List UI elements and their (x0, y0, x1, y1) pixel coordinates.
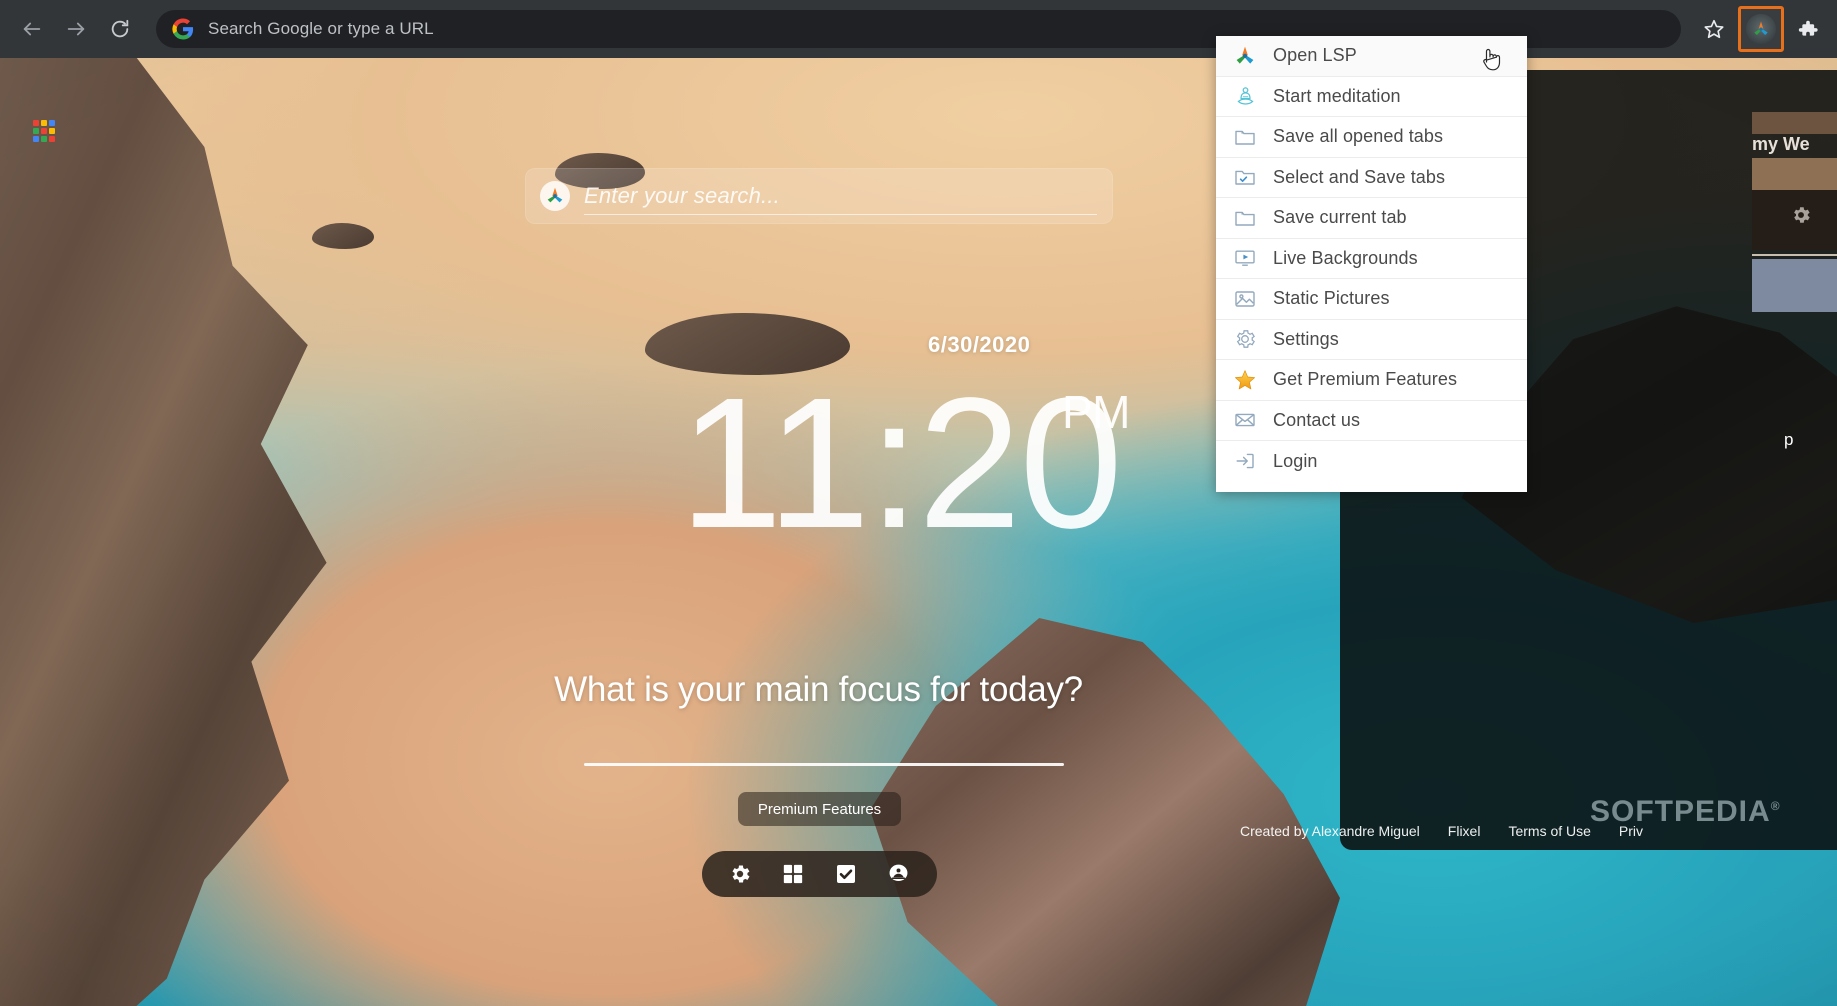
registered-mark: ® (1770, 799, 1781, 813)
menu-item-live-backgrounds[interactable]: Live Backgrounds (1216, 238, 1527, 279)
focus-input[interactable] (584, 763, 1064, 766)
clock-date: 6/30/2020 (928, 332, 1031, 357)
lsp-logo-icon (540, 181, 570, 211)
menu-item-get-premium-features[interactable]: Get Premium Features (1216, 360, 1527, 401)
app-grid-cell (41, 120, 47, 126)
lsp-logo-icon (1746, 14, 1776, 44)
menu-item-label: Contact us (1273, 409, 1361, 430)
menu-item-label: Login (1273, 450, 1318, 471)
app-grid-cell (33, 120, 39, 126)
lsp-logo-icon (1230, 43, 1260, 69)
lsp-extension-icon[interactable] (1738, 6, 1784, 52)
clock-time: 11:20 (679, 360, 1123, 567)
menu-item-contact-us[interactable]: Contact us (1216, 400, 1527, 441)
menu-item-open-lsp[interactable]: Open LSP (1216, 36, 1527, 77)
menu-item-save-current-tab[interactable]: Save current tab (1216, 198, 1527, 239)
menu-item-label: Live Backgrounds (1273, 247, 1418, 268)
back-arrow-icon[interactable] (10, 7, 54, 51)
side-panel-title: my We (1752, 134, 1810, 154)
menu-item-login[interactable]: Login (1216, 441, 1527, 482)
page-search-bar[interactable]: Enter your search... (525, 168, 1113, 224)
app-grid-cell (41, 128, 47, 134)
app-grid-cell (49, 136, 55, 142)
app-grid-cell (33, 136, 39, 142)
menu-item-label: Select and Save tabs (1273, 166, 1446, 187)
footer-link-flixel[interactable]: Flixel (1448, 823, 1481, 839)
menu-item-label: Save all opened tabs (1273, 126, 1444, 147)
clock-meridiem: PM (1062, 386, 1131, 438)
gear-outline-icon (1230, 326, 1260, 352)
gear-icon[interactable] (727, 861, 753, 887)
menu-item-static-pictures[interactable]: Static Pictures (1216, 279, 1527, 320)
search-input[interactable]: Enter your search... (584, 177, 1097, 215)
browser-actions (1693, 6, 1829, 52)
side-panel-strip (1752, 112, 1837, 134)
app-grid-icon[interactable] (33, 120, 55, 142)
menu-item-save-all-opened-tabs[interactable]: Save all opened tabs (1216, 117, 1527, 158)
gear-icon[interactable] (1790, 204, 1812, 231)
login-arrow-icon (1230, 448, 1260, 474)
browser-toolbar: Search Google or type a URL (0, 0, 1837, 58)
page-footer: Created by Alexandre Miguel Flixel Terms… (1240, 823, 1643, 839)
menu-item-label: Static Pictures (1273, 288, 1390, 309)
app-grid-cell (33, 128, 39, 134)
star-icon[interactable] (1693, 8, 1735, 50)
envelope-icon (1230, 407, 1260, 433)
footer-link-privacy[interactable]: Priv (1619, 823, 1643, 839)
premium-features-label: Premium Features (757, 800, 882, 818)
menu-item-label: Save current tab (1273, 207, 1407, 228)
premium-features-button[interactable]: Premium Features (738, 792, 901, 826)
meditation-icon[interactable] (886, 861, 912, 887)
reload-icon[interactable] (98, 7, 142, 51)
menu-item-label: Start meditation (1273, 85, 1401, 106)
bottom-dock (702, 851, 937, 897)
menu-item-label: Get Premium Features (1273, 369, 1458, 390)
menu-item-start-meditation[interactable]: Start meditation (1216, 76, 1527, 117)
search-placeholder: Enter your search... (584, 182, 780, 208)
side-panel-card (1752, 259, 1837, 312)
menu-item-label: Settings (1273, 328, 1339, 349)
grid-icon[interactable] (780, 861, 806, 887)
menu-item-label: Open LSP (1273, 45, 1357, 66)
menu-item-settings[interactable]: Settings (1216, 319, 1527, 360)
side-panel-text-fragment: p (1784, 430, 1794, 449)
omnibox-placeholder: Search Google or type a URL (208, 19, 434, 38)
app-grid-cell (41, 136, 47, 142)
extension-dropdown-menu: Open LSP Start meditation Save all opene… (1216, 36, 1527, 492)
menu-item-select-and-save-tabs[interactable]: Select and Save tabs (1216, 157, 1527, 198)
folder-icon (1230, 205, 1260, 231)
side-panel-divider (1752, 254, 1837, 256)
side-panel-strip (1752, 158, 1837, 190)
checkbox-icon[interactable] (833, 861, 859, 887)
app-grid-cell (49, 128, 55, 134)
image-icon (1230, 286, 1260, 312)
forward-arrow-icon[interactable] (54, 7, 98, 51)
app-grid-cell (49, 120, 55, 126)
folder-icon (1230, 124, 1260, 150)
new-tab-page: Enter your search... 6/30/2020 11:20 PM … (0, 58, 1837, 1006)
meditation-icon (1230, 83, 1260, 109)
folder-check-icon (1230, 164, 1260, 190)
footer-link-terms[interactable]: Terms of Use (1508, 823, 1590, 839)
google-icon (172, 18, 194, 40)
puzzle-piece-icon[interactable] (1787, 8, 1829, 50)
star-filled-icon (1230, 367, 1260, 393)
monitor-play-icon (1230, 245, 1260, 271)
footer-credit: Created by Alexandre Miguel (1240, 823, 1420, 839)
